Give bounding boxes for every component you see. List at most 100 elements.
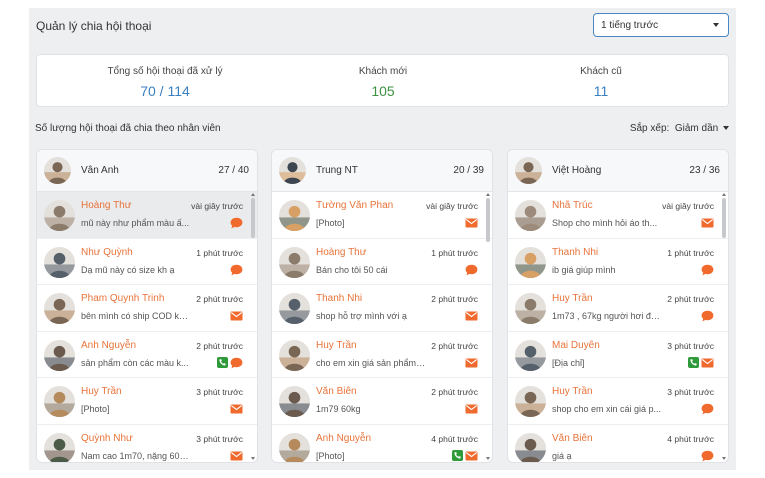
conversation-item[interactable]: Văn Biên 2 phút trước 1m79 60kg [272, 378, 492, 425]
customer-avatar [44, 339, 75, 371]
agent-column: Trung NT 20 / 39 Tường Văn Phan vài giây tr… [271, 149, 493, 463]
scrollbar-thumb[interactable] [722, 198, 726, 238]
scroll-down-icon [722, 457, 726, 460]
customer-name: Quỳnh Như [81, 432, 133, 444]
conversation-item[interactable]: Quỳnh Như 3 phút trước Nam cao 1m70, nặng … [37, 425, 257, 462]
chat-bubble-icon [465, 264, 478, 275]
conversation-item[interactable]: Anh Nguyễn 4 phút trước [Photo] [272, 425, 492, 462]
conversation-item[interactable]: Hoàng Thư vài giây trước mũ này như phẩm m… [37, 192, 257, 239]
customer-avatar [44, 293, 75, 325]
customer-avatar [279, 200, 310, 231]
agent-header: Việt Hoàng 23 / 36 [508, 150, 728, 192]
agent-header: Trung NT 20 / 39 [272, 150, 492, 192]
conversation-preview: Bán cho tôi 50 cái [316, 264, 388, 275]
conversation-time: 2 phút trước [431, 387, 478, 398]
conversation-distribution-panel: Quản lý chia hội thoại 1 tiếng trước Tổn… [29, 8, 736, 470]
channel-icons [465, 357, 478, 369]
phone-icon [452, 450, 463, 462]
channel-icons [230, 403, 243, 415]
conversation-time: 2 phút trước [196, 294, 243, 305]
stat-label: Khách mới [358, 66, 408, 77]
channel-icons [465, 217, 478, 229]
stat-returning-customers: Khách cũ 11 [501, 66, 701, 99]
agent-count: 20 / 39 [453, 165, 484, 176]
stat-total-processed: Tổng số hội thoại đã xử lý 70 / 114 [65, 66, 265, 99]
conversation-item[interactable]: Huy Trần 3 phút trước shop cho em xin cái … [508, 378, 728, 425]
sort-value: Giảm dần [674, 123, 719, 134]
customer-name: Anh Nguyễn [316, 432, 372, 444]
conversation-item[interactable]: Như Quỳnh 1 phút trước Dạ mũ này có size k… [37, 239, 257, 286]
conversation-time: 1 phút trước [431, 247, 478, 258]
time-filter-select[interactable]: 1 tiếng trước [593, 13, 729, 37]
conversation-preview: [Địa chỉ] [552, 357, 585, 368]
chat-bubble-icon [701, 450, 714, 462]
phone-icon [688, 357, 699, 369]
agent-name: Trung NT [316, 165, 358, 176]
conversation-preview: cho em xin giá sản phẩm ... [316, 357, 426, 368]
agent-avatar [279, 157, 306, 184]
customer-avatar [515, 339, 546, 371]
conversation-time: 3 phút trước [196, 387, 243, 398]
conversation-item[interactable]: Nhã Trúc vài giây trước Shop cho mình hỏi … [508, 192, 728, 239]
stat-label: Khách cũ [580, 66, 622, 77]
customer-name: Tường Văn Phan [316, 200, 394, 211]
customer-name: Pham Quynh Trinh [81, 293, 165, 305]
stat-value: 105 [371, 83, 395, 99]
channel-icons [701, 450, 714, 462]
channel-icons [701, 310, 714, 322]
customer-avatar [515, 200, 546, 231]
scrollbar[interactable] [485, 193, 491, 460]
channel-icons [688, 357, 714, 369]
conversation-preview: ib giá giúp mình [552, 264, 616, 275]
conversation-item[interactable]: Mai Duyên 3 phút trước [Địa chỉ] [508, 332, 728, 379]
channel-icons [452, 450, 478, 462]
conversation-item[interactable]: Huy Trần 2 phút trước 1m73 , 67kg người hơ… [508, 285, 728, 332]
scrollbar-thumb[interactable] [251, 198, 255, 238]
customer-avatar [44, 432, 75, 462]
scroll-up-icon [251, 193, 255, 196]
stat-value: 11 [593, 83, 609, 99]
conversation-item[interactable]: Thanh Nhi 1 phút trước ib giá giúp mình [508, 239, 728, 286]
customer-name: Hoàng Thư [81, 200, 132, 211]
conversation-preview: shop cho em xin cái giá p... [552, 404, 662, 415]
chat-bubble-icon [230, 357, 243, 369]
scrollbar-thumb[interactable] [486, 198, 490, 242]
scrollbar[interactable] [250, 193, 256, 460]
channel-icons [465, 310, 478, 322]
customer-name: Thanh Nhi [316, 293, 363, 305]
scrollbar[interactable] [721, 193, 727, 460]
chat-bubble-icon [230, 217, 243, 229]
chat-bubble-icon [701, 404, 714, 415]
section-title: Số lượng hội thoại đã chia theo nhân viê… [35, 123, 221, 134]
channel-icons [217, 357, 243, 369]
conversation-item[interactable]: Huy Trần 2 phút trước cho em xin giá sản p… [272, 332, 492, 379]
conversation-time: 2 phút trước [431, 340, 478, 351]
conversation-preview: [Photo] [81, 404, 110, 415]
channel-icons [230, 217, 243, 229]
mail-icon [230, 451, 243, 461]
conversation-item[interactable]: Văn Biên 4 phút trước giá ạ [508, 425, 728, 462]
conversation-time: 3 phút trước [667, 340, 714, 351]
conversation-item[interactable]: Huy Trần 3 phút trước [Photo] [37, 378, 257, 425]
stat-label: Tổng số hội thoại đã xử lý [107, 66, 223, 77]
chat-bubble-icon [701, 310, 714, 322]
channel-icons [465, 264, 478, 276]
mail-icon [465, 311, 478, 321]
customer-avatar [279, 386, 310, 418]
conversation-item[interactable]: Thanh Nhi 2 phút trước shop hỗ trợ mình vớ… [272, 285, 492, 332]
scroll-down-icon [486, 457, 490, 460]
conversation-time: 1 phút trước [196, 247, 243, 258]
customer-avatar [44, 246, 75, 278]
sort-label: Sắp xếp: [629, 123, 670, 134]
customer-name: Anh Nguyễn [81, 339, 137, 351]
conversation-time: 3 phút trước [196, 433, 243, 444]
conversation-time: vài giây trước [191, 201, 243, 211]
conversation-item[interactable]: Tường Văn Phan vài giây trước [Photo] [272, 192, 492, 239]
conversation-item[interactable]: Anh Nguyễn 2 phút trước sản phẩm còn các m… [37, 332, 257, 379]
customer-avatar [279, 339, 310, 371]
conversation-item[interactable]: Hoàng Thư 1 phút trước Bán cho tôi 50 cái [272, 239, 492, 286]
mail-icon [465, 404, 478, 414]
page-title: Quản lý chia hội thoại [36, 19, 152, 33]
sort-control[interactable]: Sắp xếp: Giảm dần [630, 123, 729, 134]
conversation-item[interactable]: Pham Quynh Trinh 2 phút trước bên mình có … [37, 285, 257, 332]
